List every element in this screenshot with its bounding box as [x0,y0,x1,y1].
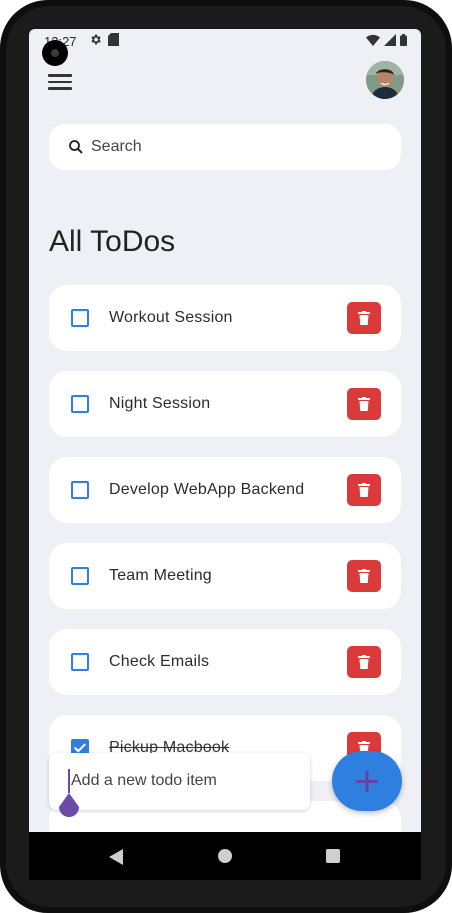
new-todo-bar[interactable] [49,753,310,817]
todo-item[interactable]: Team Meeting [49,543,401,609]
todo-item[interactable]: Night Session [49,371,401,437]
recent-apps-icon[interactable] [326,849,340,863]
back-icon[interactable] [109,849,123,865]
search-input[interactable] [89,137,373,157]
sim-card-icon [108,33,119,46]
todo-checkbox[interactable] [71,309,89,327]
todo-checkbox[interactable] [71,653,89,671]
todo-label: Team Meeting [109,567,212,584]
todo-checkbox[interactable] [71,567,89,585]
wifi-icon [366,34,380,46]
todo-label: Develop WebApp Backend [109,481,305,498]
camera-cutout [42,40,68,66]
avatar-image [366,61,404,99]
battery-icon [400,34,407,46]
delete-button[interactable] [347,474,381,506]
todo-item[interactable]: Develop WebApp Backend [49,457,401,523]
add-todo-button[interactable]: + [332,751,402,811]
app-screen: 12:27 [29,29,421,832]
trash-icon [358,483,370,497]
todo-label: Check Emails [109,653,210,670]
trash-icon [358,311,370,325]
system-nav-bar [29,832,421,880]
trash-icon [358,397,370,411]
todo-checkbox[interactable] [71,395,89,413]
plus-icon: + [352,761,382,801]
todo-item[interactable]: Check Emails [49,629,401,695]
avatar[interactable] [366,61,404,99]
cursor-handle-icon[interactable] [58,793,80,819]
search-icon [69,140,83,154]
delete-button[interactable] [347,388,381,420]
search-bar[interactable] [49,124,401,170]
home-icon[interactable] [218,849,232,863]
delete-button[interactable] [347,646,381,678]
delete-button[interactable] [347,560,381,592]
text-cursor [68,769,70,793]
gear-icon [91,34,101,45]
trash-icon [358,569,370,583]
status-bar: 12:27 [29,29,421,53]
todo-label: Workout Session [109,309,233,326]
status-icons-right [366,34,407,46]
menu-icon[interactable] [48,70,72,94]
delete-button[interactable] [347,302,381,334]
todo-item[interactable]: Workout Session [49,285,401,351]
signal-icon [384,34,396,46]
todo-checkbox[interactable] [71,481,89,499]
page-title: All ToDos [49,225,176,258]
new-todo-input[interactable] [69,771,293,791]
trash-icon [358,655,370,669]
todo-label: Night Session [109,395,211,412]
status-icons-left [89,33,119,46]
